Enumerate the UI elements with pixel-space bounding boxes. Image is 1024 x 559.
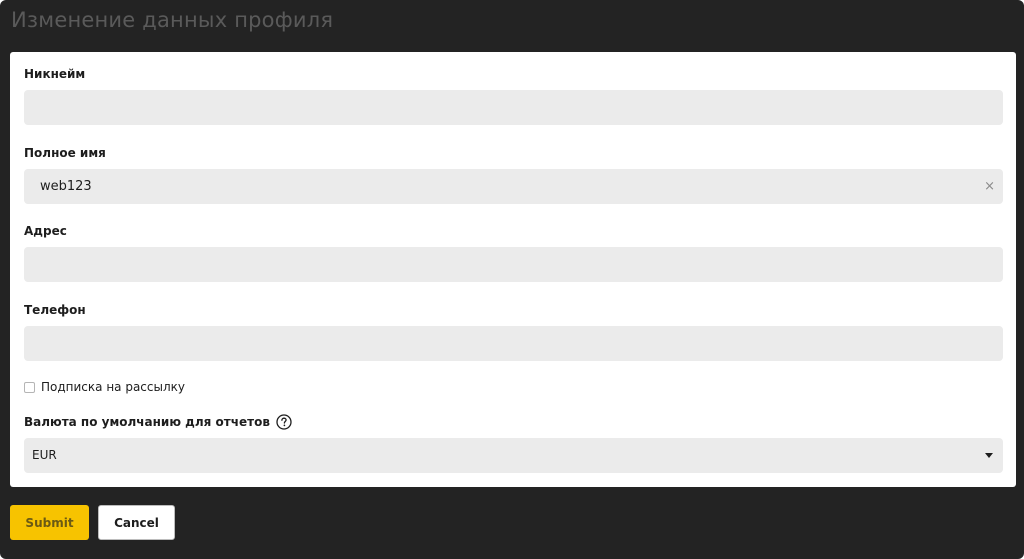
page-title: Изменение данных профиля [11,8,334,32]
address-input[interactable] [24,247,1003,282]
newsletter-label[interactable]: Подписка на рассылку [41,380,185,394]
nickname-input[interactable] [24,90,1003,125]
clear-icon[interactable]: × [984,169,995,204]
question-circle-icon[interactable] [276,414,292,430]
app-window: Изменение данных профиля Никнейм Полное … [0,0,1024,559]
full-name-label: Полное имя [24,146,106,160]
nickname-label: Никнейм [24,67,86,81]
currency-label-row: Валюта по умолчанию для отчетов [24,413,292,431]
currency-label: Валюта по умолчанию для отчетов [24,415,270,429]
profile-form: Никнейм Полное имя web123 × Адрес Телефо… [10,52,1016,487]
submit-button[interactable]: Submit [10,505,89,540]
full-name-value: web123 [40,179,92,194]
currency-select[interactable]: EUR [24,438,1003,473]
newsletter-checkbox[interactable] [24,381,35,393]
currency-selected-value: EUR [32,448,57,462]
phone-label: Телефон [24,303,86,317]
cancel-button[interactable]: Cancel [98,505,175,540]
caret-down-icon[interactable] [985,453,993,458]
newsletter-row[interactable]: Подписка на рассылку [24,379,185,395]
phone-input[interactable] [24,326,1003,361]
address-label: Адрес [24,224,67,238]
full-name-input[interactable]: web123 × [24,169,1003,204]
